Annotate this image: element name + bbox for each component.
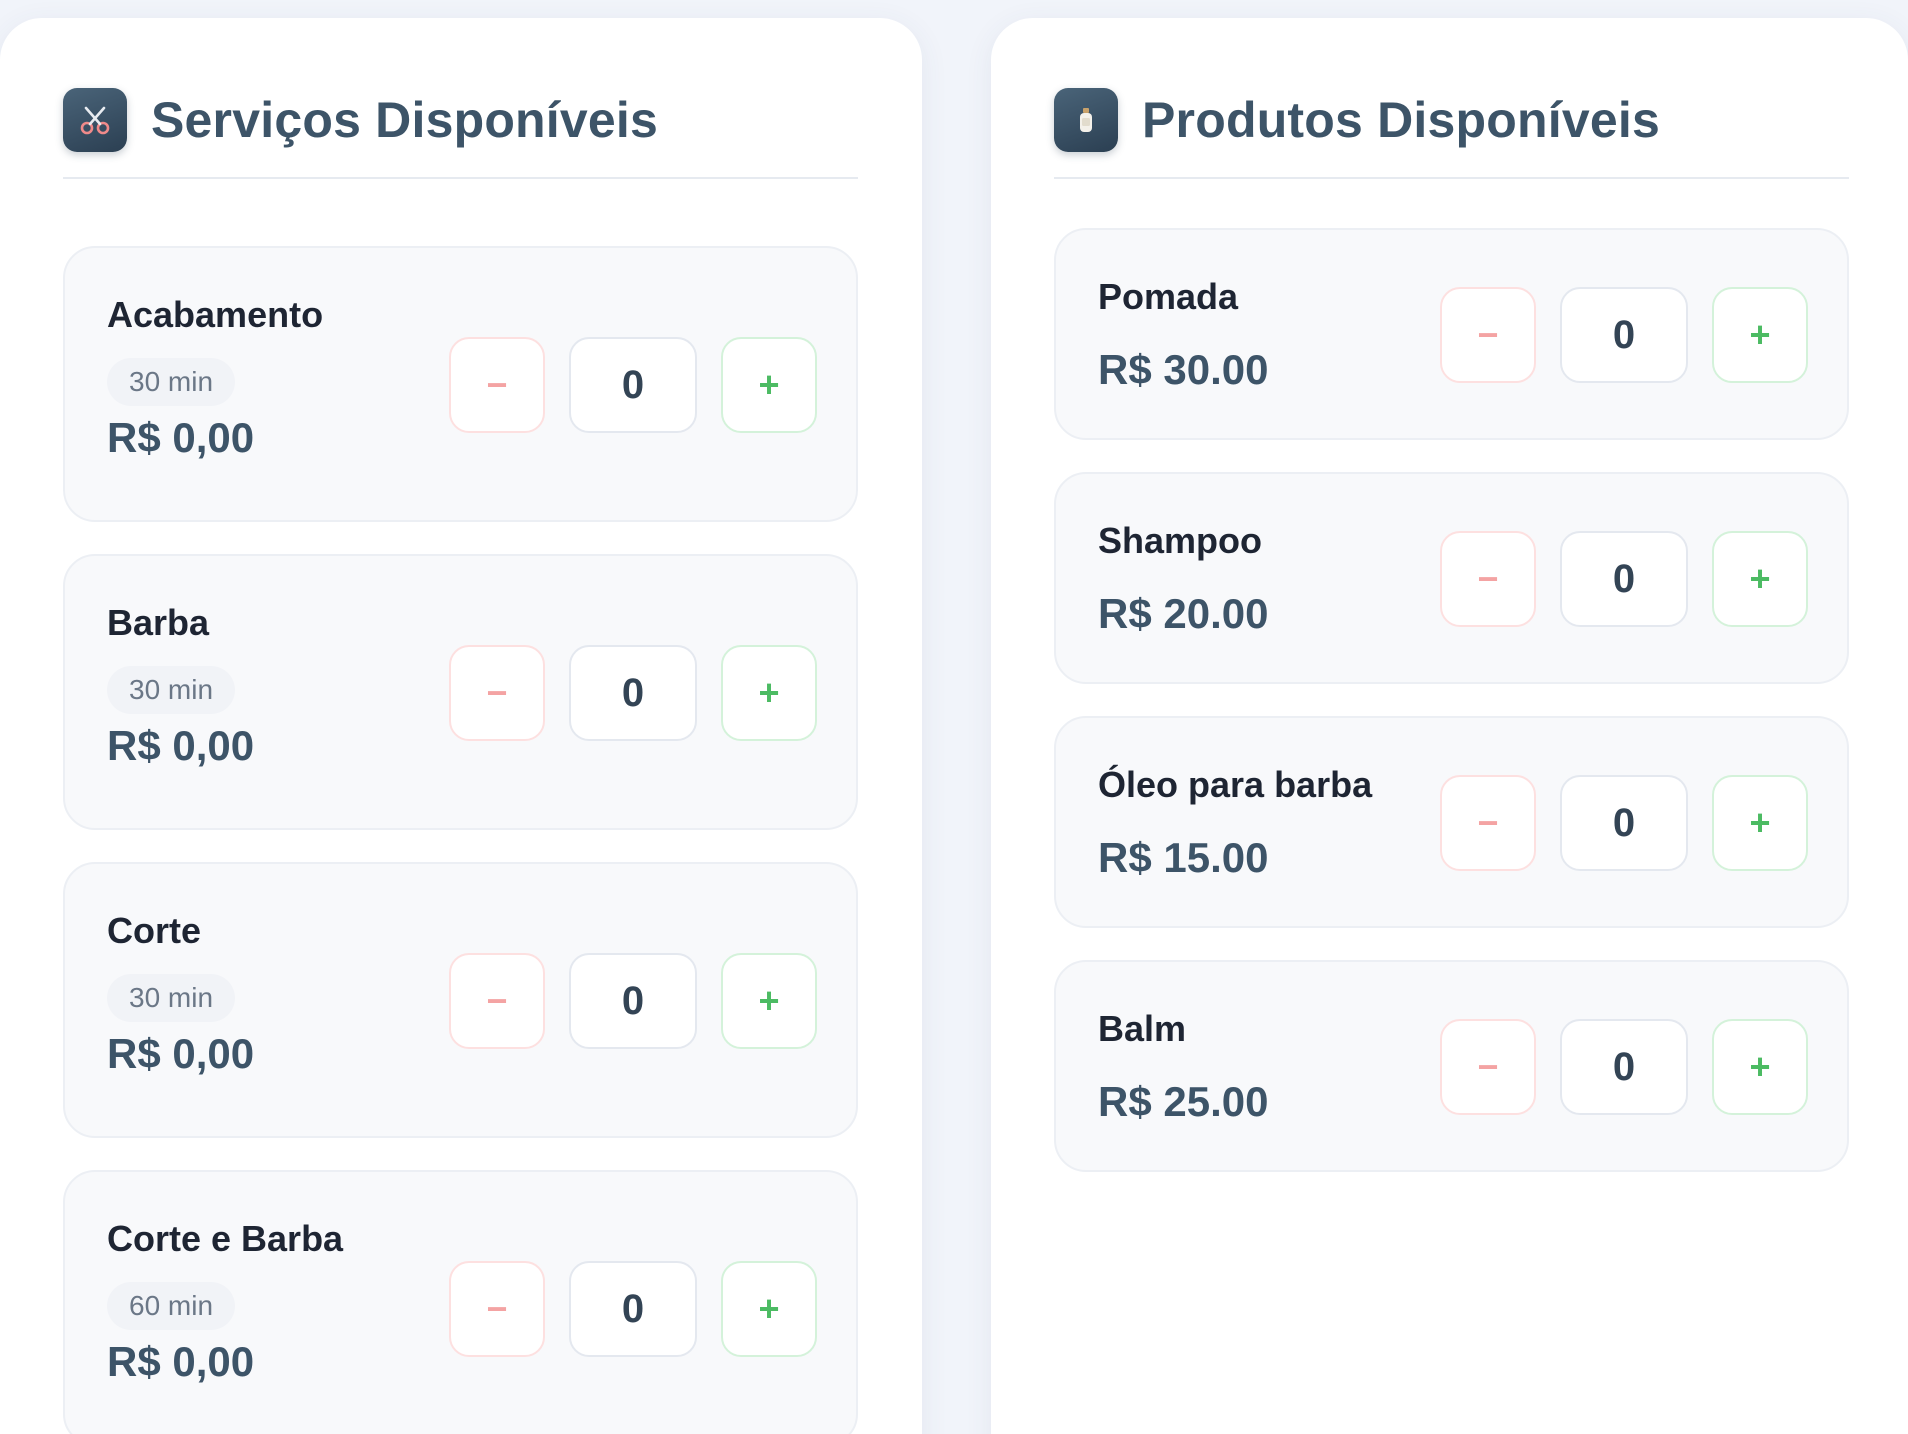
- product-price: R$ 30.00: [1098, 346, 1269, 393]
- increment-button[interactable]: +: [1712, 531, 1808, 627]
- decrement-button[interactable]: −: [449, 645, 545, 741]
- service-name: Corte e Barba: [107, 1218, 344, 1259]
- product-price: R$ 20.00: [1098, 590, 1269, 637]
- duration-badge: 30 min: [107, 974, 236, 1022]
- product-name: Óleo para barba: [1098, 764, 1373, 805]
- service-name: Barba: [107, 602, 210, 643]
- product-card: Shampoo R$ 20.00 − 0 +: [1054, 472, 1849, 684]
- quantity-display: 0: [1560, 1019, 1688, 1115]
- page: Serviços Disponíveis Acabamento 30 min R…: [0, 0, 1908, 1434]
- decrement-button[interactable]: −: [449, 337, 545, 433]
- quantity-display: 0: [569, 953, 697, 1049]
- quantity-display: 0: [1560, 287, 1688, 383]
- services-panel: Serviços Disponíveis Acabamento 30 min R…: [0, 18, 922, 1434]
- service-name: Corte: [107, 910, 202, 951]
- increment-button[interactable]: +: [1712, 1019, 1808, 1115]
- service-card: Corte e Barba 60 min R$ 0,00 − 0 +: [63, 1170, 858, 1434]
- product-card: Balm R$ 25.00 − 0 +: [1054, 960, 1849, 1172]
- service-card: Acabamento 30 min R$ 0,00 − 0 +: [63, 246, 858, 522]
- quantity-display: 0: [569, 645, 697, 741]
- increment-button[interactable]: +: [721, 337, 817, 433]
- decrement-button[interactable]: −: [449, 953, 545, 1049]
- quantity-display: 0: [569, 1261, 697, 1357]
- decrement-button[interactable]: −: [1440, 775, 1536, 871]
- product-name: Balm: [1098, 1008, 1187, 1049]
- quantity-display: 0: [1560, 775, 1688, 871]
- product-card: Óleo para barba R$ 15.00 − 0 +: [1054, 716, 1849, 928]
- quantity-display: 0: [569, 337, 697, 433]
- services-title: Serviços Disponíveis: [151, 92, 659, 148]
- increment-button[interactable]: +: [1712, 287, 1808, 383]
- service-price: R$ 0,00: [107, 1338, 255, 1385]
- decrement-button[interactable]: −: [1440, 531, 1536, 627]
- service-card: Corte 30 min R$ 0,00 − 0 +: [63, 862, 858, 1138]
- service-card: Barba 30 min R$ 0,00 − 0 +: [63, 554, 858, 830]
- duration-badge: 60 min: [107, 1282, 236, 1330]
- product-price: R$ 25.00: [1098, 1078, 1269, 1125]
- increment-button[interactable]: +: [1712, 775, 1808, 871]
- service-price: R$ 0,00: [107, 1030, 255, 1077]
- bottle-icon: [1054, 88, 1118, 152]
- product-name: Shampoo: [1098, 520, 1263, 561]
- increment-button[interactable]: +: [721, 953, 817, 1049]
- decrement-button[interactable]: −: [1440, 1019, 1536, 1115]
- scissors-icon: [63, 88, 127, 152]
- services-header: Serviços Disponíveis: [63, 81, 858, 179]
- service-price: R$ 0,00: [107, 722, 255, 769]
- products-title: Produtos Disponíveis: [1142, 92, 1660, 148]
- product-price: R$ 15.00: [1098, 834, 1269, 881]
- increment-button[interactable]: +: [721, 645, 817, 741]
- decrement-button[interactable]: −: [449, 1261, 545, 1357]
- duration-badge: 30 min: [107, 358, 236, 406]
- decrement-button[interactable]: −: [1440, 287, 1536, 383]
- increment-button[interactable]: +: [721, 1261, 817, 1357]
- product-name: Pomada: [1098, 276, 1239, 317]
- service-name: Acabamento: [107, 294, 324, 335]
- products-panel: Produtos Disponíveis Pomada R$ 30.00 − 0…: [991, 18, 1908, 1434]
- product-card: Pomada R$ 30.00 − 0 +: [1054, 228, 1849, 440]
- products-header: Produtos Disponíveis: [1054, 81, 1849, 179]
- service-price: R$ 0,00: [107, 414, 255, 461]
- quantity-display: 0: [1560, 531, 1688, 627]
- duration-badge: 30 min: [107, 666, 236, 714]
